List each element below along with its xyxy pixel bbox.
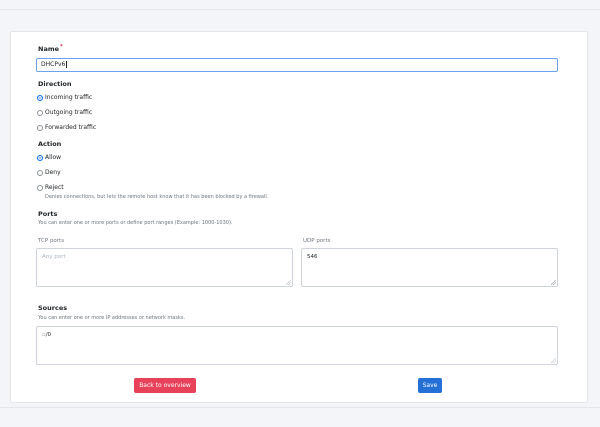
- resize-handle-icon[interactable]: [286, 280, 291, 285]
- name-input[interactable]: DHCPv6: [36, 58, 558, 72]
- action-option-label: Reject: [45, 184, 64, 191]
- ports-help-text: You can enter one or more ports or defin…: [38, 220, 233, 226]
- action-option-reject[interactable]: Reject: [37, 184, 64, 191]
- footer-divider: [0, 407, 600, 408]
- name-label-text: Name: [38, 45, 60, 53]
- action-label: Action: [38, 140, 62, 148]
- tcp-ports-input[interactable]: Any port: [36, 248, 293, 287]
- direction-option-label: Outgoing traffic: [45, 109, 93, 116]
- udp-ports-value: 546: [307, 254, 318, 260]
- udp-ports-input[interactable]: 546: [301, 248, 558, 287]
- resize-handle-icon[interactable]: [551, 358, 556, 363]
- save-button[interactable]: Save: [418, 378, 442, 393]
- required-mark: *: [60, 44, 63, 50]
- radio-selected-icon[interactable]: [37, 94, 43, 101]
- action-option-label: Deny: [45, 169, 61, 176]
- action-option-label: Allow: [45, 154, 62, 161]
- radio-icon[interactable]: [37, 109, 43, 116]
- direction-option-outgoing[interactable]: Outgoing traffic: [37, 109, 92, 116]
- direction-label: Direction: [38, 80, 72, 88]
- resize-handle-icon[interactable]: [551, 280, 556, 285]
- radio-icon[interactable]: [37, 184, 43, 191]
- sources-label: Sources: [38, 304, 68, 312]
- text-caret: [65, 61, 67, 68]
- sources-input[interactable]: ::/0: [36, 326, 558, 365]
- action-option-deny[interactable]: Deny: [37, 169, 61, 176]
- ports-label: Ports: [38, 210, 58, 218]
- radio-icon[interactable]: [37, 169, 43, 176]
- direction-option-forwarded[interactable]: Forwarded traffic: [37, 124, 96, 131]
- udp-ports-label: UDP ports: [303, 238, 331, 244]
- name-input-value: DHCPv6: [41, 61, 66, 68]
- name-label: Name*: [38, 44, 63, 53]
- radio-selected-icon[interactable]: [37, 154, 43, 161]
- radio-icon[interactable]: [37, 124, 43, 131]
- direction-option-label: Forwarded traffic: [45, 124, 97, 131]
- direction-option-incoming[interactable]: Incoming traffic: [37, 94, 92, 101]
- sources-help-text: You can enter one or more IP addresses o…: [38, 315, 186, 321]
- top-bar: [0, 0, 600, 10]
- tcp-ports-label: TCP ports: [38, 238, 65, 244]
- tcp-ports-placeholder: Any port: [42, 254, 66, 260]
- back-to-overview-button[interactable]: Back to overview: [134, 378, 196, 393]
- action-option-allow[interactable]: Allow: [37, 154, 61, 161]
- reject-help-text: Denies connections, but lets the remote …: [45, 194, 269, 200]
- sources-value: ::/0: [42, 332, 52, 338]
- direction-option-label: Incoming traffic: [45, 94, 93, 101]
- firewall-rule-form: Name* DHCPv6 Direction Incoming traffic …: [10, 31, 588, 403]
